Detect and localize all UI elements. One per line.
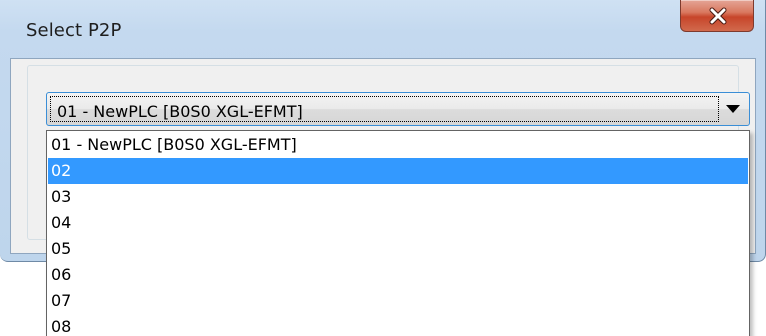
- close-icon: [681, 0, 755, 32]
- list-item-06[interactable]: 06: [48, 262, 748, 288]
- list-item-08[interactable]: 08: [48, 314, 748, 336]
- list-item-02[interactable]: 02: [48, 158, 748, 184]
- combo-focus-rect: 01 - NewPLC [B0S0 XGL-EFMT]: [50, 96, 719, 122]
- list-item-07[interactable]: 07: [48, 288, 748, 314]
- chevron-down-icon[interactable]: [723, 93, 743, 125]
- title-bar[interactable]: Select P2P: [0, 0, 766, 56]
- p2p-select-combobox[interactable]: 01 - NewPLC [B0S0 XGL-EFMT]: [46, 92, 750, 126]
- screen: Select P2P 01 - NewPLC [B0S0 XGL-EFMT] 0…: [0, 0, 766, 336]
- dropdown-list[interactable]: 01 - NewPLC [B0S0 XGL-EFMT] 02 03 04 05 …: [46, 130, 750, 336]
- list-item-01[interactable]: 01 - NewPLC [B0S0 XGL-EFMT]: [48, 132, 748, 158]
- list-item-05[interactable]: 05: [48, 236, 748, 262]
- combo-selected-value: 01 - NewPLC [B0S0 XGL-EFMT]: [57, 102, 303, 121]
- list-item-03[interactable]: 03: [48, 184, 748, 210]
- list-item-04[interactable]: 04: [48, 210, 748, 236]
- close-button[interactable]: [680, 0, 754, 32]
- window-title: Select P2P: [26, 20, 122, 41]
